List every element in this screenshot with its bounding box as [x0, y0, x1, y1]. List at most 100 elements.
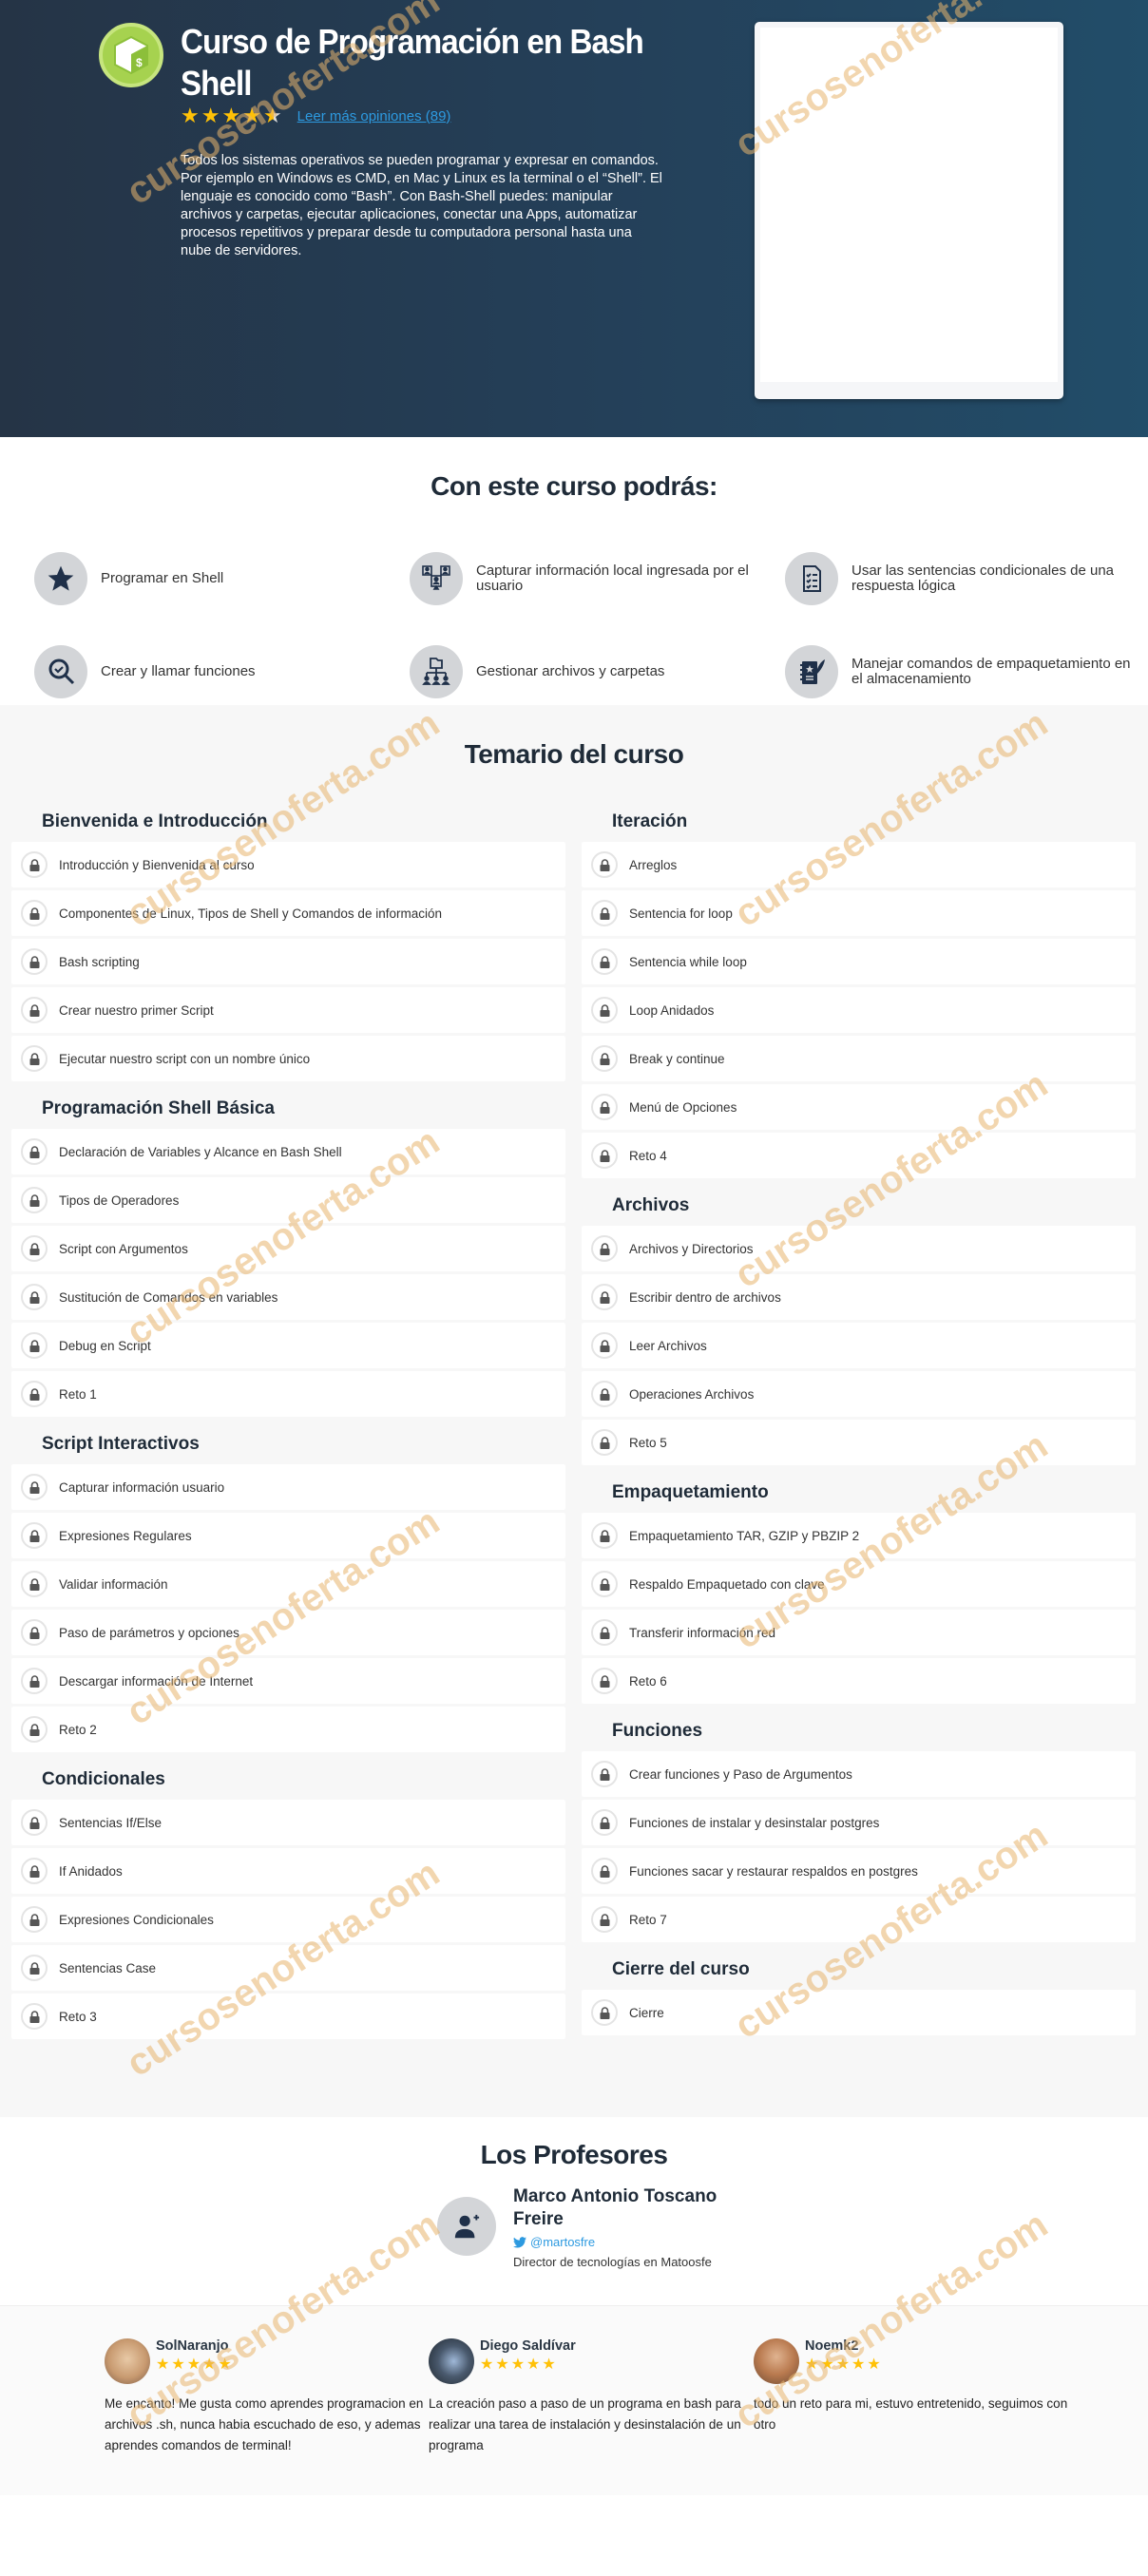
testimonial-card: Noemk2 ★ ★ ★ ★ ★ todo un reto para mi, estuv… [754, 2338, 1077, 2435]
course-preview-content [760, 28, 1058, 382]
module-title: Script Interactivos [42, 1434, 200, 1454]
lesson-item[interactable]: Introducción y Bienvenida al curso [11, 842, 565, 887]
lesson-title: Reto 2 [59, 1722, 97, 1737]
lesson-title: Expresiones Regulares [59, 1528, 192, 1543]
lock-icon [21, 1955, 48, 1981]
lesson-item[interactable]: Crear nuestro primer Script [11, 987, 565, 1033]
lesson-item[interactable]: Capturar información usuario [11, 1464, 565, 1510]
lesson-item[interactable]: Arreglos [582, 842, 1136, 887]
lesson-item[interactable]: Sentencias Case [11, 1945, 565, 1991]
benefit-item: Capturar información local ingresada por… [410, 551, 785, 606]
lesson-item[interactable]: Archivos y Directorios [582, 1226, 1136, 1271]
lesson-item[interactable]: Reto 5 [582, 1420, 1136, 1465]
lesson-title: Crear nuestro primer Script [59, 1002, 214, 1018]
lesson-item[interactable]: Descargar información de Internet [11, 1658, 565, 1704]
lesson-item[interactable]: Crear funciones y Paso de Argumentos [582, 1751, 1136, 1797]
read-reviews-link[interactable]: Leer más opiniones (89) [297, 108, 451, 124]
lesson-item[interactable]: Ejecutar nuestro script con un nombre ún… [11, 1036, 565, 1081]
lesson-item[interactable]: Reto 1 [11, 1371, 565, 1417]
lesson-item[interactable]: Loop Anidados [582, 987, 1136, 1033]
syllabus-module: Cierre del curso Cierre [582, 1952, 1136, 2035]
testimonial-card: Diego Saldívar ★ ★ ★ ★ ★ La creación paso a … [429, 2338, 752, 2456]
lesson-item[interactable]: Empaquetamiento TAR, GZIP y PBZIP 2 [582, 1513, 1136, 1558]
lock-icon [21, 1906, 48, 1933]
lesson-item[interactable]: Menú de Opciones [582, 1084, 1136, 1130]
lesson-title: Debug en Script [59, 1338, 151, 1353]
lesson-item[interactable]: Declaración de Variables y Alcance en Ba… [11, 1129, 565, 1174]
lesson-item[interactable]: Funciones sacar y restaurar respaldos en… [582, 1848, 1136, 1894]
lesson-item[interactable]: Leer Archivos [582, 1323, 1136, 1368]
lesson-title: Operaciones Archivos [629, 1386, 755, 1402]
lesson-item[interactable]: Escribir dentro de archivos [582, 1274, 1136, 1320]
lesson-item[interactable]: Bash scripting [11, 939, 565, 984]
lesson-item[interactable]: Expresiones Condicionales [11, 1897, 565, 1942]
lesson-title: Sentencia while loop [629, 954, 747, 969]
lesson-item[interactable]: Expresiones Regulares [11, 1513, 565, 1558]
lesson-title: Descargar información de Internet [59, 1673, 254, 1689]
benefit-label: Crear y llamar funciones [101, 663, 256, 679]
lock-icon [21, 1138, 48, 1165]
lesson-item[interactable]: Sentencia while loop [582, 939, 1136, 984]
professor-twitter-handle[interactable]: @martosfre [530, 2235, 595, 2249]
benefits-grid: Programar en Shell Capturar información … [34, 551, 1137, 699]
lesson-title: Tipos de Operadores [59, 1193, 180, 1208]
users-network-icon [410, 552, 463, 605]
lesson-item[interactable]: Paso de parámetros y opciones [11, 1610, 565, 1655]
benefit-label: Usar las sentencias condicionales de una… [851, 563, 1114, 594]
lesson-item[interactable]: Funciones de instalar y desinstalar post… [582, 1800, 1136, 1845]
benefit-label: Capturar información local ingresada por… [476, 563, 749, 594]
lock-icon [591, 1332, 618, 1359]
lesson-title: Respaldo Empaquetado con clave [629, 1576, 825, 1592]
lesson-title: Empaquetamiento TAR, GZIP y PBZIP 2 [629, 1528, 860, 1543]
lesson-item[interactable]: Reto 6 [582, 1658, 1136, 1704]
bash-shell-logo-icon: $ [99, 23, 163, 87]
star-icon: ★ [181, 104, 200, 127]
lesson-item[interactable]: Operaciones Archivos [582, 1371, 1136, 1417]
star-icon: ★ [202, 2357, 217, 2373]
module-title: Bienvenida e Introducción [42, 811, 268, 831]
lock-icon [21, 900, 48, 926]
svg-text:$: $ [136, 56, 143, 69]
lesson-item[interactable]: Reto 2 [11, 1707, 565, 1752]
lesson-item[interactable]: Validar información [11, 1561, 565, 1607]
lock-icon [21, 1668, 48, 1694]
benefit-item: Manejar comandos de empaquetamiento en e… [785, 644, 1137, 699]
lesson-title: If Anidados [59, 1863, 123, 1879]
lesson-item[interactable]: Cierre [582, 1990, 1136, 2035]
professor-twitter-link[interactable]: @martosfre [513, 2235, 741, 2249]
lock-icon [591, 997, 618, 1023]
lesson-item[interactable]: Transferir información red [582, 1610, 1136, 1655]
lock-icon [21, 1619, 48, 1646]
lesson-title: Funciones de instalar y desinstalar post… [629, 1815, 880, 1830]
lesson-item[interactable]: Reto 3 [11, 1994, 565, 2039]
module-title: Iteración [612, 811, 688, 831]
lesson-item[interactable]: Reto 4 [582, 1133, 1136, 1178]
lock-icon [591, 1522, 618, 1549]
lock-icon [21, 1571, 48, 1597]
lesson-item[interactable]: Sentencias If/Else [11, 1800, 565, 1845]
lesson-item[interactable]: Debug en Script [11, 1323, 565, 1368]
lesson-title: Transferir información red [629, 1625, 776, 1640]
lesson-item[interactable]: Script con Argumentos [11, 1226, 565, 1271]
lesson-title: Menú de Opciones [629, 1099, 737, 1115]
lock-icon [21, 1809, 48, 1836]
lesson-item[interactable]: Componentes de Linux, Tipos de Shell y C… [11, 890, 565, 936]
lock-icon [21, 1332, 48, 1359]
lesson-item[interactable]: Respaldo Empaquetado con clave [582, 1561, 1136, 1607]
course-hero: $ Curso de Programación en Bash Shell ★ … [0, 0, 1148, 437]
lesson-item[interactable]: Reto 7 [582, 1897, 1136, 1942]
lesson-title: Validar información [59, 1576, 168, 1592]
lock-icon [591, 948, 618, 975]
lesson-item[interactable]: Break y continue [582, 1036, 1136, 1081]
lesson-item[interactable]: If Anidados [11, 1848, 565, 1894]
course-preview-card[interactable] [755, 22, 1063, 399]
lesson-item[interactable]: Tipos de Operadores [11, 1177, 565, 1223]
syllabus-module: Iteración Arreglos Sentencia for loop Sente… [582, 804, 1136, 1178]
lesson-item[interactable]: Sustitución de Comandos en variables [11, 1274, 565, 1320]
lesson-title: Break y continue [629, 1051, 725, 1066]
module-title: Empaquetamiento [612, 1482, 769, 1502]
reviewer-stars: ★ ★ ★ ★ ★ [805, 2357, 881, 2373]
professor-card: Marco Antonio Toscano Freire @martosfre … [437, 2185, 741, 2269]
lesson-title: Reto 5 [629, 1435, 667, 1450]
lesson-item[interactable]: Sentencia for loop [582, 890, 1136, 936]
